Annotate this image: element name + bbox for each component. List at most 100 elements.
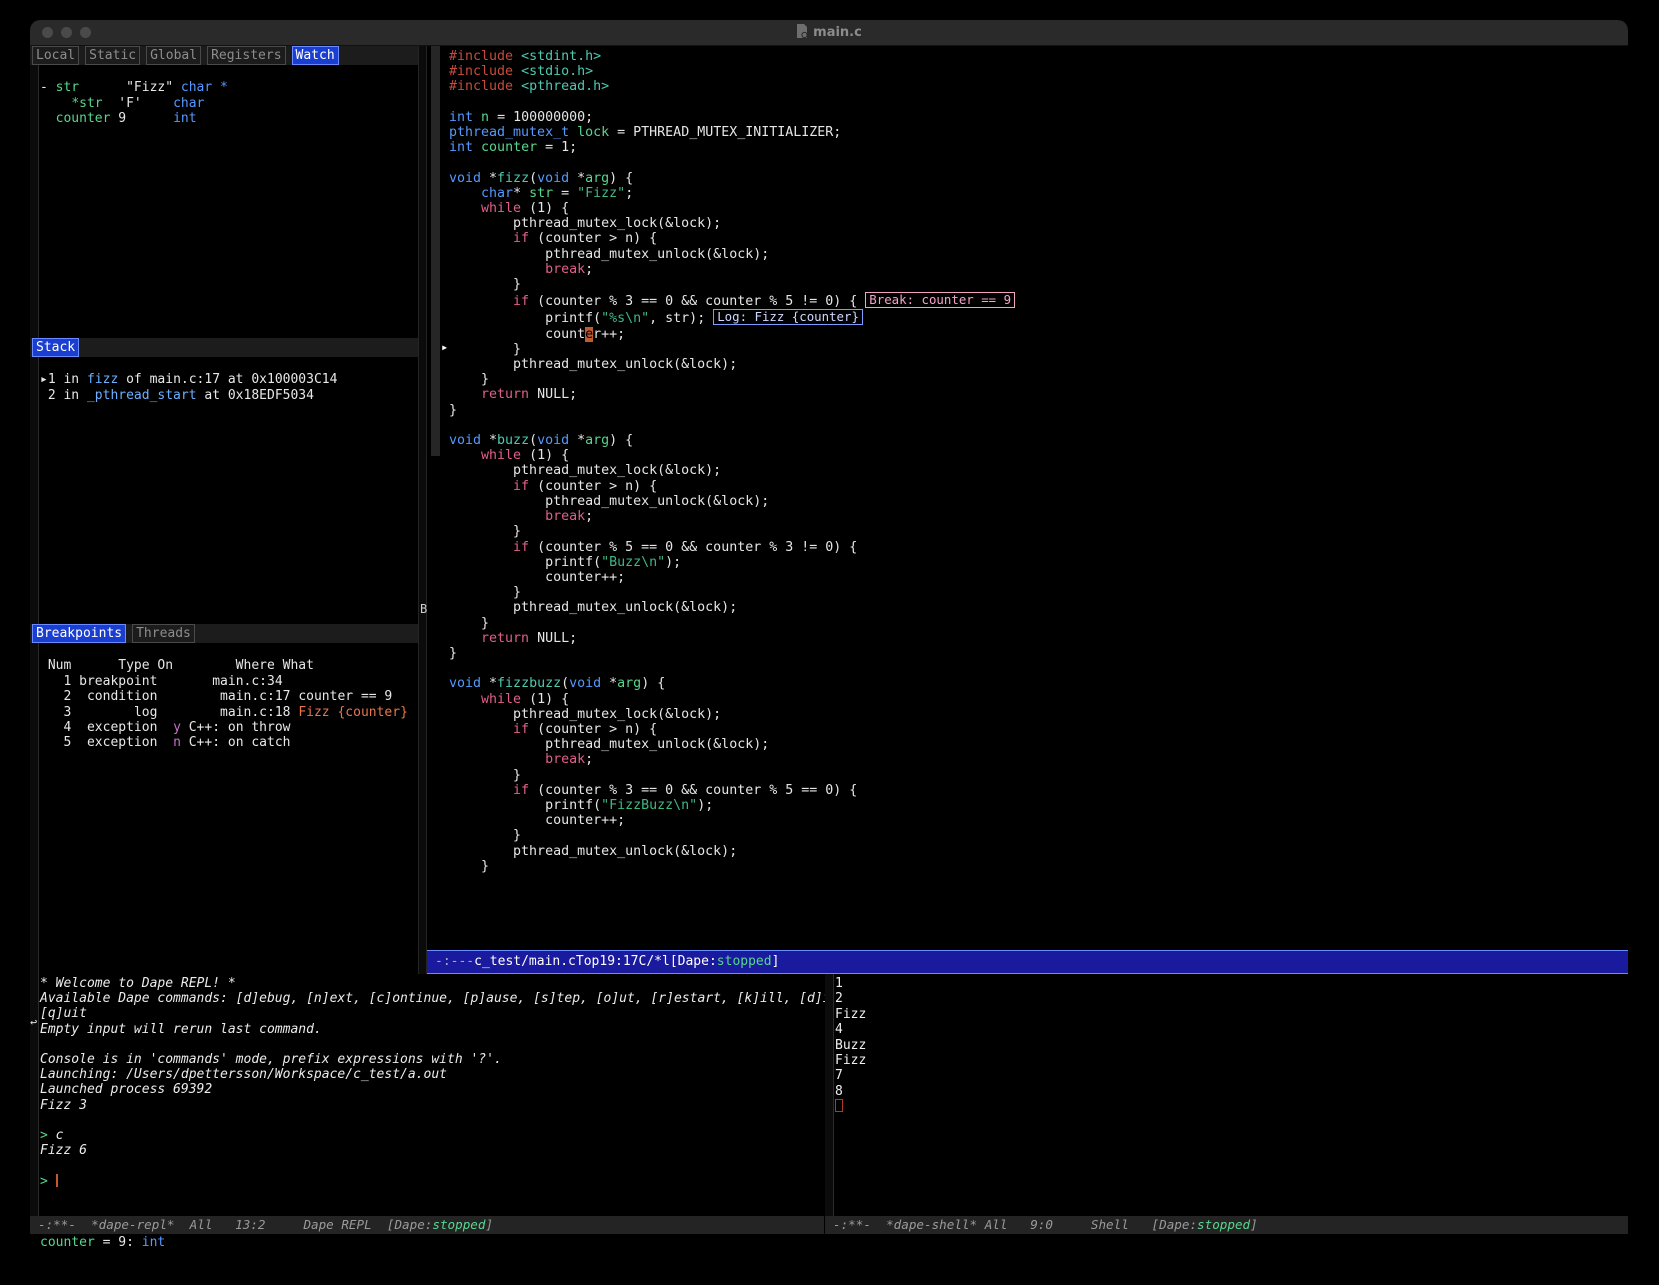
tab-static[interactable]: Static: [85, 46, 141, 65]
code-string: "%s\n": [601, 311, 650, 327]
code-keyword: if: [513, 231, 530, 247]
code-editor[interactable]: ▸ #include <stdint.h> #include <stdio.h>…: [427, 46, 1628, 974]
editor-scrollbar[interactable]: [431, 46, 440, 456]
watch-expander[interactable]: -: [40, 80, 48, 95]
tab-threads[interactable]: Threads: [132, 624, 195, 643]
stack-title: Stack: [32, 338, 80, 357]
modeline-flags: -:**-: [38, 1217, 76, 1232]
stack-frame-row[interactable]: 2 in _pthread_start at 0x18EDF5034: [40, 388, 418, 403]
close-icon[interactable]: [42, 27, 53, 38]
modeline-line-col: 13:2: [235, 1217, 266, 1232]
code-type: void: [537, 433, 570, 449]
breakpoints-table: Num Type On Where What 1 breakpoint main…: [30, 643, 418, 782]
code-var: counter: [481, 140, 538, 156]
inline-log-breakpoint-badge[interactable]: Log: Fizz {counter}: [713, 309, 863, 326]
code-keyword: while: [481, 448, 522, 464]
modeline-position: All: [984, 1217, 1008, 1232]
table-row[interactable]: 5 exception n C++: on catch: [40, 735, 418, 750]
bp-type: breakpoint: [79, 673, 158, 689]
modeline-major-mode: Shell: [1090, 1217, 1129, 1232]
bp-num: 3: [63, 704, 72, 720]
code-type: void: [449, 433, 482, 449]
watch-row[interactable]: counter 9 int: [40, 111, 418, 126]
shell-output: 1 2 Fizz 4 Buzz Fizz 7 8: [835, 976, 1628, 1216]
repl-line: * Welcome to Dape REPL! *: [40, 976, 236, 991]
tab-watch[interactable]: Watch: [291, 46, 339, 65]
code-type: void: [449, 676, 482, 692]
repl-line: Launched process 69392: [40, 1082, 213, 1098]
bp-on[interactable]: n: [173, 735, 181, 750]
code-type: int: [449, 140, 474, 156]
tab-registers[interactable]: Registers: [207, 46, 286, 65]
breakpoints-tabs[interactable]: Breakpoints Threads: [30, 624, 418, 643]
modeline-flags: -:---: [435, 954, 475, 969]
status-badge: stopped: [432, 1217, 486, 1232]
code-preproc: #include: [449, 49, 514, 64]
code-keyword: return: [481, 387, 530, 403]
repl-input-line[interactable]: >: [40, 1173, 825, 1189]
table-row[interactable]: 1 breakpoint main.c:34: [40, 674, 418, 689]
modeline-position: Top: [575, 954, 600, 969]
frame-number: 1: [47, 372, 56, 388]
code-header-name: <stdio.h>: [521, 64, 594, 80]
repl-line: [40, 1113, 825, 1128]
scope-tabs[interactable]: Local Static Global Registers Watch: [30, 46, 418, 65]
shell-line: Fizz: [835, 1053, 867, 1069]
repl-pane[interactable]: ↩ * Welcome to Dape REPL! * Available Dap…: [30, 974, 825, 1216]
repl-caret: [55, 1173, 58, 1187]
status-badge: stopped: [1197, 1217, 1251, 1232]
modeline-line-col: 19:17: [599, 954, 639, 969]
bp-num: 4: [63, 720, 72, 736]
workspace: Local Static Global Registers Watch - st…: [30, 46, 1628, 1252]
shell-gutter[interactable]: [825, 974, 834, 1216]
repl-modeline: -:**- *dape-repl* All 13:2 Dape REPL [Da…: [30, 1216, 825, 1234]
table-row[interactable]: 2 condition main.c:17 counter == 9: [40, 689, 418, 704]
minibuffer-colon: :: [126, 1235, 142, 1250]
minibuffer[interactable]: counter = 9: int: [30, 1234, 1628, 1252]
inline-breakpoint-condition-badge[interactable]: Break: counter == 9: [865, 292, 1016, 309]
repl-prompt: >: [40, 1173, 56, 1189]
watch-type: int: [173, 111, 197, 127]
tab-global[interactable]: Global: [146, 46, 202, 65]
bp-where: main.c:17: [220, 689, 291, 705]
repl-line: [40, 1037, 825, 1052]
bp-type: exception: [86, 735, 158, 751]
watch-value: "Fizz": [126, 80, 174, 96]
bp-on[interactable]: y: [173, 720, 181, 735]
bottom-panes: ↩ * Welcome to Dape REPL! * Available Dap…: [30, 974, 1628, 1252]
code-keyword: break: [545, 261, 586, 277]
watch-row[interactable]: *str 'F' char: [40, 96, 418, 111]
tab-local[interactable]: Local: [32, 46, 80, 65]
frame-in-word: in: [63, 387, 80, 403]
window-titlebar: main.c: [30, 20, 1628, 46]
bp-where: main.c:34: [212, 673, 283, 689]
stack-panel: Stack ▸1 in fizz of main.c:17 at 0x10000…: [30, 338, 418, 624]
bp-where: C++: on catch: [188, 735, 291, 751]
modeline-status-prefix: [Dape:: [1151, 1217, 1198, 1232]
minimize-icon[interactable]: [61, 27, 72, 38]
source-code[interactable]: #include <stdint.h> #include <stdio.h> #…: [449, 49, 1628, 950]
code-arg: arg: [617, 676, 642, 692]
shell-cursor-line: [835, 1099, 1628, 1116]
code-keyword: break: [545, 509, 586, 525]
repl-line: [q]uit: [40, 1006, 87, 1022]
left-sidebar: Local Static Global Registers Watch - st…: [30, 46, 418, 974]
code-arg: arg: [585, 433, 610, 449]
watch-type: char *: [180, 80, 228, 96]
table-row[interactable]: 3 log main.c:18 Fizz {counter}: [40, 705, 418, 720]
zoom-icon[interactable]: [80, 27, 91, 38]
table-row[interactable]: 4 exception y C++: on throw: [40, 720, 418, 735]
shell-line: 4: [835, 1022, 843, 1038]
stack-frame-row[interactable]: ▸1 in fizz of main.c:17 at 0x100003C14: [40, 372, 418, 387]
traffic-light-buttons[interactable]: [42, 27, 91, 38]
frame-in-word: in: [63, 372, 80, 388]
window-divider[interactable]: B: [418, 46, 427, 974]
repl-line: [40, 1158, 825, 1173]
shell-pane[interactable]: 1 2 Fizz 4 Buzz Fizz 7 8: [825, 974, 1628, 1216]
tab-breakpoints[interactable]: Breakpoints: [32, 624, 127, 643]
emacs-window: main.c Local Static Global Registers Wat…: [30, 20, 1628, 1252]
shell-modeline: -:**- *dape-shell* All 9:0 Shell [Dape:s…: [825, 1216, 1628, 1234]
repl-gutter[interactable]: ↩: [30, 974, 39, 1216]
watch-row[interactable]: - str "Fizz" char *: [40, 80, 418, 95]
stack-frames: ▸1 in fizz of main.c:17 at 0x100003C14 2…: [30, 357, 418, 434]
